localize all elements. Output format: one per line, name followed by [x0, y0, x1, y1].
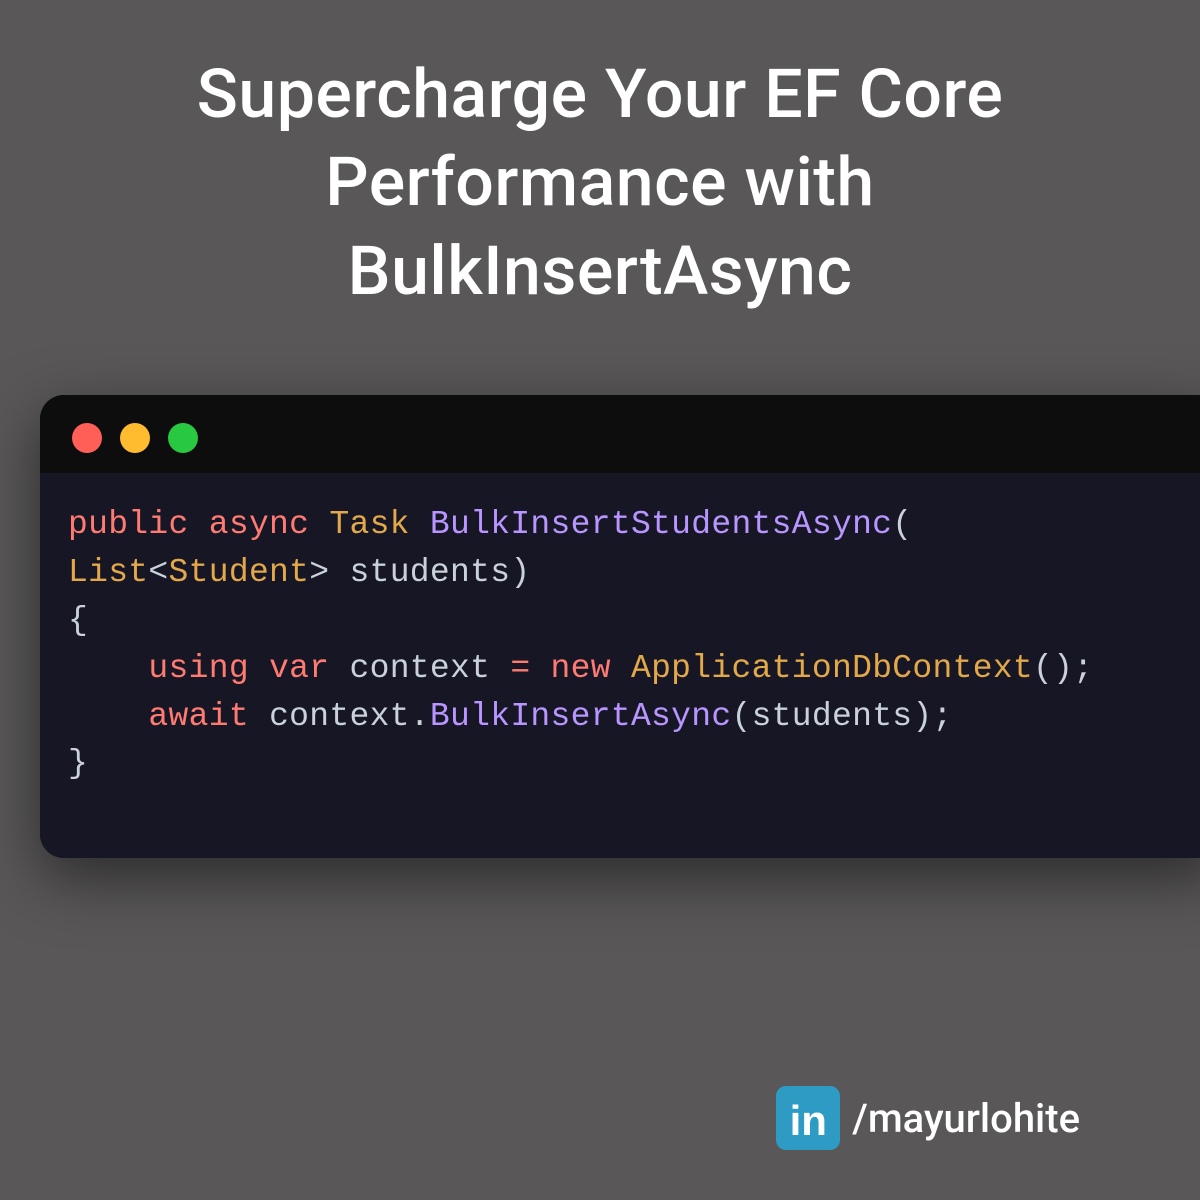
- minimize-icon: [120, 423, 150, 453]
- close-icon: [72, 423, 102, 453]
- linkedin-icon: in: [776, 1086, 840, 1150]
- code-window: public async Task BulkInsertStudentsAsyn…: [40, 395, 1200, 858]
- linkedin-handle: /mayurlohite: [852, 1095, 1080, 1142]
- window-titlebar: [40, 395, 1200, 473]
- code-body: public async Task BulkInsertStudentsAsyn…: [40, 473, 1200, 858]
- zoom-icon: [168, 423, 198, 453]
- footer: in /mayurlohite: [776, 1086, 1080, 1150]
- page-title: Supercharge Your EF Core Performance wit…: [0, 0, 1200, 315]
